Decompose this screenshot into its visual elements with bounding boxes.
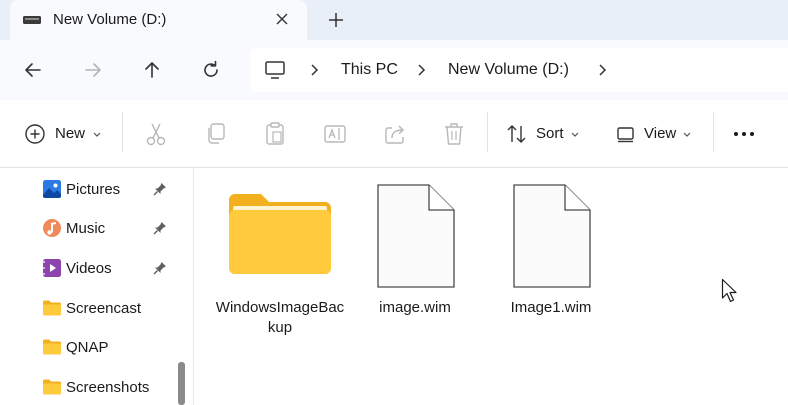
chevron-down-icon bbox=[93, 132, 101, 137]
navigation-pane: Pictures Music Videos Screencast QNAP Sc… bbox=[0, 168, 194, 405]
arrow-right-icon[interactable] bbox=[81, 58, 105, 82]
cursor-icon bbox=[721, 278, 737, 303]
pictures-icon bbox=[43, 180, 61, 198]
plus-circle-icon bbox=[25, 124, 45, 144]
folder-icon bbox=[43, 300, 61, 316]
pin-icon[interactable] bbox=[153, 221, 167, 235]
view-button-label: View bbox=[644, 125, 677, 142]
arrow-up-icon[interactable] bbox=[140, 58, 164, 82]
sidebar-item-label: Screenshots bbox=[66, 379, 150, 396]
new-button-label: New bbox=[55, 125, 86, 142]
close-icon[interactable] bbox=[272, 9, 292, 29]
new-button[interactable]: New bbox=[24, 120, 106, 148]
chevron-right-icon[interactable] bbox=[308, 63, 320, 77]
file-item[interactable]: image.wim bbox=[350, 180, 480, 350]
more-icon[interactable] bbox=[731, 120, 757, 148]
breadcrumb-new-volume[interactable]: New Volume (D:) bbox=[448, 61, 569, 79]
file-name: image.wim bbox=[379, 299, 451, 316]
folder-icon bbox=[43, 339, 61, 355]
sort-button[interactable]: Sort bbox=[505, 120, 583, 148]
active-tab[interactable]: New Volume (D:) bbox=[10, 0, 307, 41]
address-bar[interactable]: This PC New Volume (D:) bbox=[250, 48, 788, 92]
chevron-down-icon bbox=[571, 132, 579, 137]
refresh-icon[interactable] bbox=[199, 58, 223, 82]
chevron-down-icon bbox=[683, 132, 691, 137]
file-item[interactable]: Image1.wim bbox=[486, 180, 616, 350]
share-icon[interactable] bbox=[382, 120, 408, 148]
delete-icon[interactable] bbox=[441, 120, 467, 148]
sidebar-item-qnap[interactable]: QNAP bbox=[0, 328, 175, 364]
sidebar-item-screencast[interactable]: Screencast bbox=[0, 289, 175, 325]
folder-icon bbox=[43, 379, 61, 395]
rename-icon[interactable] bbox=[322, 120, 348, 148]
sidebar-item-music[interactable]: Music bbox=[0, 209, 175, 245]
sidebar-scrollbar-thumb[interactable] bbox=[178, 362, 185, 405]
title-bar: New Volume (D:) bbox=[0, 0, 788, 41]
paste-icon[interactable] bbox=[262, 120, 288, 148]
view-icon bbox=[617, 127, 634, 143]
copy-icon[interactable] bbox=[203, 120, 229, 148]
sidebar-item-label: Screencast bbox=[66, 300, 142, 317]
sidebar-item-label: QNAP bbox=[66, 339, 109, 356]
view-button[interactable]: View bbox=[616, 120, 696, 148]
drive-icon bbox=[23, 16, 41, 24]
toolbar-divider bbox=[487, 112, 488, 152]
arrow-left-icon[interactable] bbox=[21, 58, 45, 82]
computer-icon[interactable] bbox=[264, 60, 286, 80]
file-name: Image1.wim bbox=[510, 299, 592, 316]
file-list: WindowsImageBackup image.wim Image1.wim bbox=[194, 168, 788, 405]
cut-icon[interactable] bbox=[143, 120, 169, 148]
sidebar-item-screenshots[interactable]: Screenshots bbox=[0, 368, 175, 404]
tab-title: New Volume (D:) bbox=[53, 11, 167, 28]
navigation-bar: This PC New Volume (D:) bbox=[0, 40, 788, 100]
file-icon bbox=[377, 184, 455, 288]
folder-item[interactable]: WindowsImageBackup bbox=[215, 180, 345, 350]
sidebar-item-pictures[interactable]: Pictures bbox=[0, 170, 175, 206]
videos-icon bbox=[43, 259, 61, 277]
file-icon bbox=[513, 184, 591, 288]
sidebar-item-label: Pictures bbox=[66, 181, 121, 198]
sort-icon bbox=[507, 125, 526, 143]
music-icon bbox=[43, 219, 61, 237]
file-name: WindowsImageBackup bbox=[215, 299, 345, 336]
command-bar: New Sort View bbox=[0, 100, 788, 168]
pin-icon[interactable] bbox=[153, 182, 167, 196]
folder-icon bbox=[229, 194, 331, 274]
sort-button-label: Sort bbox=[536, 125, 564, 142]
toolbar-divider bbox=[713, 112, 714, 152]
pin-icon[interactable] bbox=[153, 261, 167, 275]
breadcrumb-this-pc[interactable]: This PC bbox=[341, 61, 398, 79]
sidebar-item-label: Music bbox=[66, 220, 106, 237]
chevron-right-icon[interactable] bbox=[596, 63, 608, 77]
sidebar-item-videos[interactable]: Videos bbox=[0, 249, 175, 285]
sidebar-item-label: Videos bbox=[66, 260, 112, 277]
chevron-right-icon[interactable] bbox=[415, 63, 427, 77]
toolbar-divider bbox=[122, 112, 123, 152]
plus-icon[interactable] bbox=[324, 8, 348, 32]
